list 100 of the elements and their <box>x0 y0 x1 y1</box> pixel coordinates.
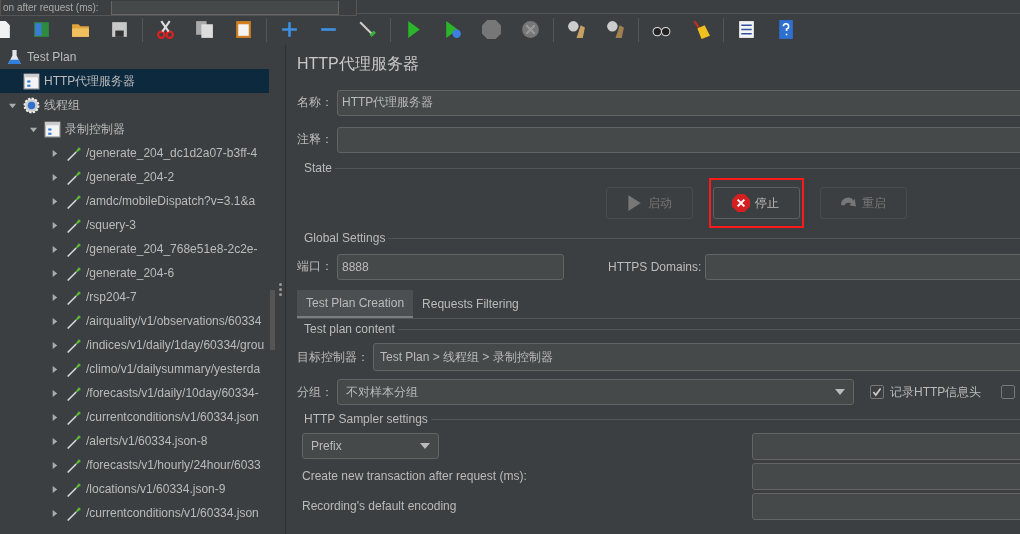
tree-row[interactable]: /currentconditions/v1/60334.json <box>0 405 269 429</box>
window-icon <box>44 120 61 138</box>
checkbox-label[interactable]: 记录HTTP信息头 <box>890 383 982 401</box>
tree-item-label: /generate_204_dc1d2a07-b3ff-4 <box>86 146 258 160</box>
tree-row[interactable]: /generate_204_768e51e8-2c2e- <box>0 237 269 261</box>
copy-icon[interactable] <box>194 19 215 40</box>
tree-row[interactable]: /generate_204_dc1d2a07-b3ff-4 <box>0 141 269 165</box>
tree-row[interactable]: /indices/v1/daily/1day/60334/grou <box>0 333 269 357</box>
tree-row[interactable]: /rsp204-7 <box>0 285 269 309</box>
tree-row[interactable]: /locations/v1/60334.json-9 <box>0 477 269 501</box>
tree-item-label: /rsp204-7 <box>86 290 137 304</box>
tree-row[interactable]: /forecasts/v1/daily/10day/60334- <box>0 381 269 405</box>
caret-icon[interactable] <box>50 292 59 302</box>
caret-icon <box>835 389 845 395</box>
port-field[interactable]: 8888 <box>337 253 564 280</box>
tree-item-label: /alerts/v1/60334.json-8 <box>86 434 208 448</box>
tree-row[interactable]: HTTP代理服务器 <box>0 69 269 93</box>
close-icon <box>732 194 750 212</box>
tree-item-label: /currentconditions/v1/60334.json <box>86 410 259 424</box>
add-icon[interactable] <box>279 19 300 40</box>
tree-item-label: /generate_204_768e51e8-2c2e- <box>86 242 258 256</box>
caret-icon[interactable] <box>50 412 59 422</box>
caret-icon[interactable] <box>50 196 59 206</box>
input-field[interactable] <box>752 432 1020 460</box>
tree-row[interactable]: Test Plan <box>0 45 269 69</box>
tree-item-label: /locations/v1/60334.json-9 <box>86 482 226 496</box>
tree-row[interactable]: 线程组 <box>0 93 269 117</box>
input-field[interactable] <box>752 492 1020 520</box>
checkbox[interactable] <box>870 385 884 399</box>
section-title: Global Settings <box>304 231 386 245</box>
field-label: Recording's default encoding <box>302 499 458 513</box>
caret-icon[interactable] <box>50 316 59 326</box>
tree-row[interactable]: /generate_204-6 <box>0 261 269 285</box>
popup-text: on after request (ms): <box>2 2 99 13</box>
tree-item-label: /forecasts/v1/hourly/24hour/6033 <box>86 458 261 472</box>
book-icon[interactable] <box>31 19 52 40</box>
stop-icon[interactable] <box>481 19 502 40</box>
caret-icon <box>420 443 430 449</box>
paste-icon[interactable] <box>233 19 254 40</box>
tree-row[interactable]: /generate_204-2 <box>0 165 269 189</box>
caret-icon[interactable] <box>50 340 59 350</box>
tree-row[interactable]: /currentconditions/v1/60334.json <box>0 501 269 525</box>
tree-item-label: /amdc/mobileDispatch?v=3.1&a <box>86 194 256 208</box>
tree-item-label: /squery-3 <box>86 218 137 232</box>
tree-item-label: HTTP代理服务器 <box>44 72 136 90</box>
save-icon[interactable] <box>109 19 130 40</box>
section-title: Test plan content <box>304 322 395 336</box>
tree-row[interactable]: /amdc/mobileDispatch?v=3.1&a <box>0 189 269 213</box>
tree-row[interactable]: 录制控制器 <box>0 117 269 141</box>
panel-title: HTTP代理服务器 <box>297 54 420 74</box>
field-label: 分组： <box>297 383 333 401</box>
close-icon[interactable] <box>520 19 541 40</box>
field-label: 目标控制器： <box>297 348 369 366</box>
tree-row[interactable]: /climo/v1/dailysummary/yesterda <box>0 357 269 381</box>
caret-icon[interactable] <box>50 268 59 278</box>
input-field[interactable] <box>110 0 339 15</box>
tree-item-label: Test Plan <box>27 50 77 64</box>
grouping-dropdown[interactable]: 不对样本分组 <box>337 379 854 405</box>
stop-button[interactable]: 停止 <box>713 187 800 219</box>
gear-icon <box>23 96 40 114</box>
scrollbar-thumb[interactable] <box>270 290 275 350</box>
tree-item-label: /generate_204-6 <box>86 266 175 280</box>
field-label: Create new transaction after request (ms): <box>302 469 528 483</box>
tree-row[interactable]: /alerts/v1/60334.json-8 <box>0 429 269 453</box>
tab[interactable]: Requests Filtering <box>413 290 528 318</box>
section-title: HTTP Sampler settings <box>304 412 428 426</box>
caret-icon[interactable] <box>50 148 59 158</box>
caret-icon[interactable] <box>50 436 59 446</box>
caret-icon[interactable] <box>50 460 59 470</box>
tree-row[interactable]: /forecasts/v1/hourly/24hour/6033 <box>0 453 269 477</box>
caret-icon[interactable] <box>50 364 59 374</box>
caret-icon[interactable] <box>50 244 59 254</box>
input-field[interactable] <box>705 253 1020 280</box>
input-field[interactable] <box>337 126 1020 153</box>
tab[interactable]: Test Plan Creation <box>297 290 414 318</box>
caret-icon[interactable] <box>50 220 59 230</box>
dropdown-value: Prefix <box>311 439 342 453</box>
checkbox[interactable] <box>1001 385 1016 399</box>
input-field[interactable] <box>752 462 1020 490</box>
tree-item-label: /indices/v1/daily/1day/60334/grou <box>86 338 265 352</box>
caret-icon[interactable] <box>50 508 59 518</box>
field-label: HTTPS Domains: <box>608 259 702 274</box>
tree-item-label: /airquality/v1/observations/60334 <box>86 314 262 328</box>
window-icon <box>23 72 40 90</box>
naming-dropdown[interactable]: Prefix <box>302 433 439 459</box>
caret-icon[interactable] <box>50 388 59 398</box>
tree-row[interactable]: /airquality/v1/observations/60334 <box>0 309 269 333</box>
play-icon <box>625 194 643 212</box>
list-icon[interactable] <box>736 19 757 40</box>
tree-item-label: /generate_204-2 <box>86 170 175 184</box>
caret-icon[interactable] <box>50 172 59 182</box>
section-title: State <box>304 161 333 175</box>
caret-icon[interactable] <box>50 484 59 494</box>
cut-icon[interactable] <box>155 19 176 40</box>
tree-item-label: 线程组 <box>44 96 80 114</box>
target-controller-dropdown[interactable]: Test Plan > 线程组 > 录制控制器 <box>373 343 1020 371</box>
field-label: 名称： <box>297 94 333 111</box>
input-field[interactable]: HTTP代理服务器 <box>337 89 1020 116</box>
tree-row[interactable]: /squery-3 <box>0 213 269 237</box>
wand-icon[interactable] <box>357 19 378 40</box>
